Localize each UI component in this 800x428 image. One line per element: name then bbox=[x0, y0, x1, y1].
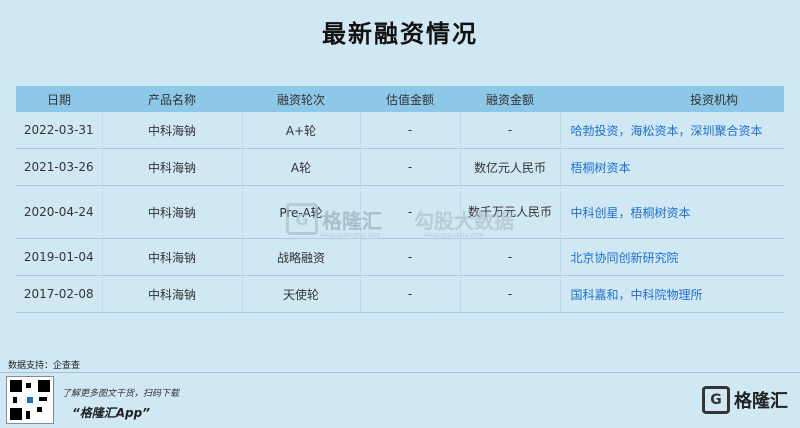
table-row: 2022-03-31 中科海钠 A+轮 - - 哈勃投资，海松资本，深圳聚合资本 bbox=[16, 112, 784, 149]
header-date: 日期 bbox=[16, 86, 102, 112]
header-round: 融资轮次 bbox=[242, 86, 360, 112]
brand-name: 格隆汇 bbox=[734, 391, 788, 412]
cell-round: 天使轮 bbox=[242, 275, 361, 313]
cell-product: 中科海钠 bbox=[102, 148, 243, 186]
cell-amount: - bbox=[460, 275, 561, 313]
data-source: 数据支持：企查查 bbox=[8, 361, 81, 371]
cell-round: Pre-A轮 bbox=[242, 185, 361, 239]
cell-valuation: - bbox=[360, 238, 461, 276]
cell-investors[interactable]: 中科创星，梧桐树资本 bbox=[560, 185, 784, 239]
app-name[interactable]: “格隆汇App” bbox=[72, 404, 150, 421]
header-product: 产品名称 bbox=[102, 86, 242, 112]
table-row: 2020-04-24 中科海钠 Pre-A轮 - 数千万元人民币 中科创星，梧桐… bbox=[16, 185, 784, 239]
promo-text: 了解更多图文干货，扫码下载 bbox=[62, 389, 180, 399]
cell-valuation: - bbox=[360, 148, 461, 186]
cell-valuation: - bbox=[360, 275, 461, 313]
cell-amount: - bbox=[460, 112, 561, 149]
cell-product: 中科海钠 bbox=[102, 238, 243, 276]
cell-amount-text: 数千万元人民币 bbox=[468, 204, 553, 219]
cell-date: 2022-03-31 bbox=[16, 112, 103, 149]
table-row: 2021-03-26 中科海钠 A轮 - 数亿元人民币 梧桐树资本 bbox=[16, 148, 784, 186]
cell-round: A轮 bbox=[242, 148, 361, 186]
cell-date: 2021-03-26 bbox=[16, 148, 103, 186]
cell-valuation: - bbox=[360, 112, 461, 149]
cell-investors[interactable]: 梧桐树资本 bbox=[560, 148, 784, 186]
cell-amount: 数亿元人民币 bbox=[460, 148, 561, 186]
footer-divider bbox=[0, 372, 800, 373]
table-row: 2019-01-04 中科海钠 战略融资 - - 北京协同创新研究院 bbox=[16, 238, 784, 276]
cell-investors[interactable]: 国科嘉和，中科院物理所 bbox=[560, 275, 784, 313]
header-amount: 融资金额 bbox=[460, 86, 560, 112]
cell-amount: 数千万元人民币 bbox=[460, 185, 561, 239]
financing-table: 日期 产品名称 融资轮次 估值金额 融资金额 投资机构 2022-03-31 中… bbox=[16, 86, 784, 313]
cell-product: 中科海钠 bbox=[102, 185, 243, 239]
cell-product: 中科海钠 bbox=[102, 112, 243, 149]
cell-round: A+轮 bbox=[242, 112, 361, 149]
qr-code-icon[interactable] bbox=[6, 376, 54, 424]
table-row: 2017-02-08 中科海钠 天使轮 - - 国科嘉和，中科院物理所 bbox=[16, 275, 784, 313]
cell-product: 中科海钠 bbox=[102, 275, 243, 313]
cell-date: 2019-01-04 bbox=[16, 238, 103, 276]
brand-g-icon: G bbox=[702, 386, 730, 414]
cell-valuation: - bbox=[360, 185, 461, 239]
brand-logo: G 格隆汇 bbox=[702, 386, 788, 414]
header-valuation: 估值金额 bbox=[360, 86, 460, 112]
header-investors: 投资机构 bbox=[560, 86, 784, 112]
page-title: 最新融资情况 bbox=[322, 20, 478, 48]
table-header-row: 日期 产品名称 融资轮次 估值金额 融资金额 投资机构 bbox=[16, 86, 784, 112]
cell-round: 战略融资 bbox=[242, 238, 361, 276]
cell-investors[interactable]: 哈勃投资，海松资本，深圳聚合资本 bbox=[560, 112, 784, 149]
cell-date: 2020-04-24 bbox=[16, 185, 103, 239]
cell-amount: - bbox=[460, 238, 561, 276]
cell-investors[interactable]: 北京协同创新研究院 bbox=[560, 238, 784, 276]
cell-date: 2017-02-08 bbox=[16, 275, 103, 313]
